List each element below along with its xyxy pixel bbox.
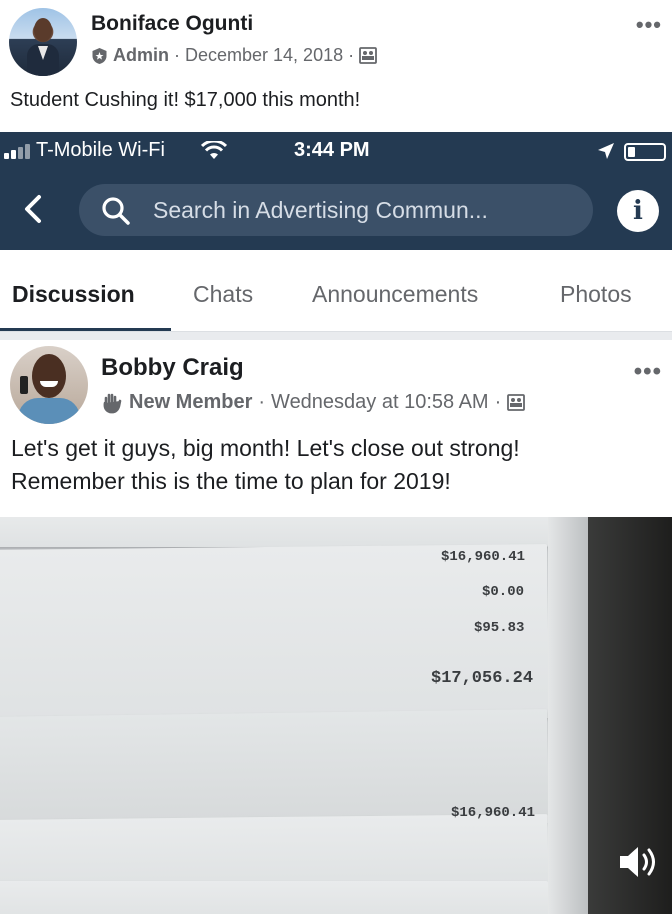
statement-amount: $16,960.41 [441,549,526,565]
group-audience-icon [507,394,526,411]
meta-separator: · [494,391,502,413]
group-navbar: Search in Advertising Commun... i [0,170,672,250]
status-bar: T-Mobile Wi-Fi 3:44 PM [0,132,672,170]
post-photo[interactable]: $16,960.41 $0.00 $95.83 $17,056.24 $16,9… [0,517,672,914]
avatar[interactable] [10,346,88,424]
active-tab-indicator [0,328,171,331]
statement-total: $17,056.24 [431,669,534,688]
embedded-screenshot[interactable]: T-Mobile Wi-Fi 3:44 PM Search in Adverti… [0,132,672,914]
post-author-name[interactable]: Bobby Craig [101,354,244,382]
meta-separator: · [174,45,180,65]
tab-photos[interactable]: Photos [560,281,632,308]
post-text: Student Cushing it! $17,000 this month! [10,89,361,111]
post-author-name[interactable]: Boniface Ogunti [91,12,253,36]
battery-icon [624,143,666,161]
wifi-icon [201,141,227,159]
search-placeholder: Search in Advertising Commun... [153,197,488,223]
monitor-edge [548,517,592,914]
statement-paper [0,517,548,547]
post-author-role: New Member [129,391,253,413]
group-tabs: Discussion Chats Announcements Photos [0,250,672,332]
clock: 3:44 PM [294,139,370,161]
admin-shield-icon [92,47,107,64]
location-arrow-icon [598,143,614,159]
group-post: Bobby Craig New Member · Wednesday at 10… [0,340,672,520]
waving-hand-icon [103,393,122,413]
section-divider [0,332,672,340]
post-date[interactable]: December 14, 2018 [185,45,343,66]
statement-paper [0,881,548,914]
tab-announcements[interactable]: Announcements [312,281,478,308]
statement-amount: $16,960.41 [451,805,536,821]
signal-strength-icon [4,144,30,159]
outer-post-header: Boniface Ogunti Admin · December 14, 201… [0,0,672,84]
post-author-role: Admin [113,45,169,65]
meta-separator: · [348,45,355,65]
carrier-label: T-Mobile Wi-Fi [36,139,165,161]
more-horizontal-icon[interactable]: ••• [634,358,662,386]
post-meta: Admin · December 14, 2018 · [91,45,378,66]
back-chevron-icon[interactable] [22,194,44,224]
post-date[interactable]: Wednesday at 10:58 AM [271,391,489,414]
group-audience-icon [359,47,378,64]
info-button[interactable]: i [617,190,659,232]
post-meta: New Member · Wednesday at 10:58 AM · [101,391,526,414]
statement-amount: $95.83 [474,620,525,636]
meta-separator: · [258,391,266,413]
more-horizontal-icon[interactable]: ••• [636,12,662,38]
statement-paper [0,814,549,890]
post-text: Let's get it guys, big month! Let's clos… [11,432,520,498]
tab-chats[interactable]: Chats [193,281,253,308]
volume-icon[interactable] [618,842,662,882]
avatar[interactable] [9,8,77,76]
search-input[interactable]: Search in Advertising Commun... [79,184,593,236]
statement-amount: $0.00 [482,584,525,600]
post-text-line: Let's get it guys, big month! Let's clos… [11,435,520,461]
search-icon [102,197,130,225]
statement-paper [0,544,549,724]
tab-discussion[interactable]: Discussion [12,281,135,308]
post-text-line: Remember this is the time to plan for 20… [11,468,451,494]
